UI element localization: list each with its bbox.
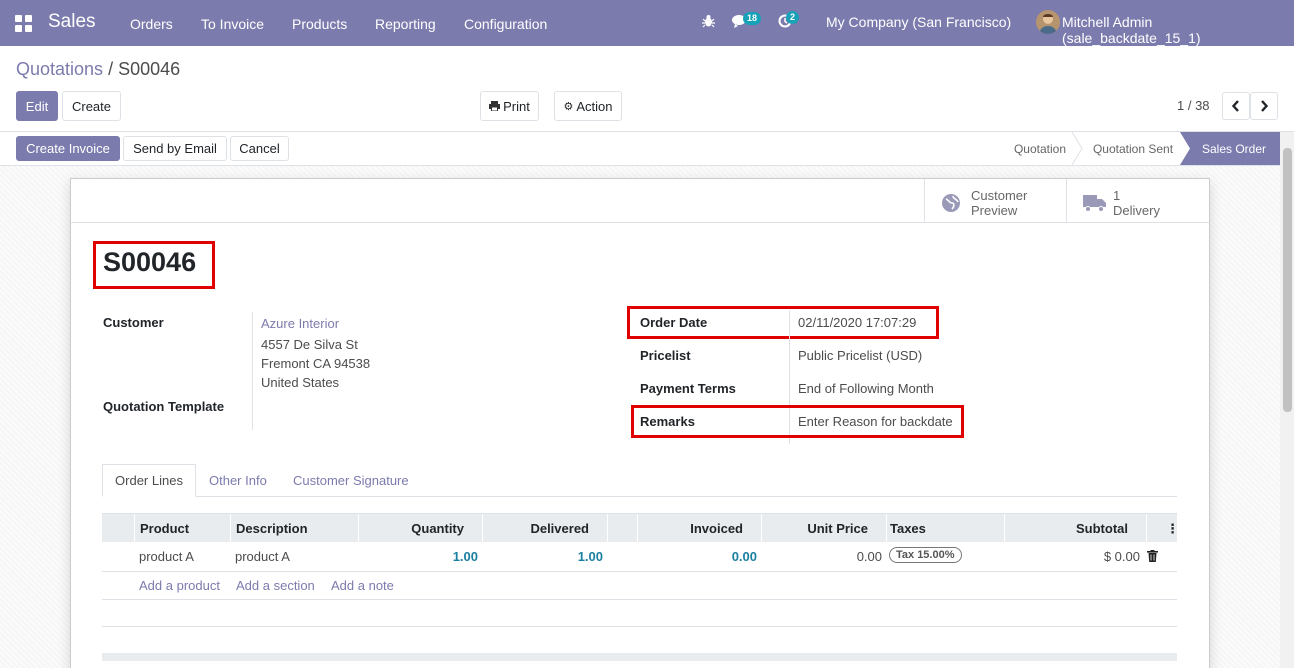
customer-preview-line1: Customer xyxy=(971,188,1028,203)
stage-active-notch xyxy=(1180,132,1190,165)
cell-product: product A xyxy=(139,549,194,564)
header-quantity[interactable]: Quantity xyxy=(358,521,464,536)
notebook-tabs: Order Lines Other Info Customer Signatur… xyxy=(102,464,1177,497)
user-avatar[interactable] xyxy=(1036,10,1060,34)
top-navbar: Sales Orders To Invoice Products Reporti… xyxy=(0,0,1294,46)
table-row[interactable]: product A product A 1.00 1.00 0.00 0.00 … xyxy=(102,542,1177,572)
payment-terms-label: Payment Terms xyxy=(640,381,736,396)
add-line-row: Add a product Add a section Add a note xyxy=(102,572,1177,600)
cell-subtotal: $ 0.00 xyxy=(1103,549,1140,564)
customer-address-country: United States xyxy=(261,375,340,390)
edit-button[interactable]: Edit xyxy=(16,91,58,121)
order-date-label: Order Date xyxy=(640,315,708,330)
chevron-left-icon xyxy=(1232,100,1239,112)
menu-to-invoice[interactable]: To Invoice xyxy=(201,16,264,32)
debug-bug-icon[interactable] xyxy=(702,14,715,31)
header-delivered[interactable]: Delivered xyxy=(482,521,589,536)
breadcrumb-quotations[interactable]: Quotations xyxy=(16,59,103,79)
tab-other-info[interactable]: Other Info xyxy=(209,464,267,497)
chevron-right-icon xyxy=(1261,100,1268,112)
company-switcher[interactable]: My Company (San Francisco) xyxy=(826,14,1011,30)
customer-address-street: 4557 De Silva St xyxy=(261,337,358,352)
cancel-button[interactable]: Cancel xyxy=(230,136,289,161)
cell-invoiced: 0.00 xyxy=(731,549,757,564)
menu-configuration[interactable]: Configuration xyxy=(464,16,547,32)
cell-quantity: 1.00 xyxy=(452,549,478,564)
delivery-label: Delivery xyxy=(1113,203,1160,218)
breadcrumb-separator: / xyxy=(103,59,119,79)
table-footer xyxy=(102,653,1177,661)
quotation-template-label: Quotation Template xyxy=(103,399,225,414)
add-section-link[interactable]: Add a section xyxy=(236,578,315,593)
action-button[interactable]: ⚙ Action xyxy=(554,91,622,121)
stage-sales-order[interactable]: Sales Order xyxy=(1180,132,1280,165)
tax-tag: Tax 15.00% xyxy=(889,547,962,563)
control-panel: Quotations / S00046 Edit Create Print ⚙ … xyxy=(0,46,1294,132)
order-date-value[interactable]: 02/11/2020 17:07:29 xyxy=(798,315,916,330)
globe-icon xyxy=(942,194,960,212)
activities-badge: 2 xyxy=(786,11,800,24)
tab-customer-signature[interactable]: Customer Signature xyxy=(293,464,409,497)
pricelist-label: Pricelist xyxy=(640,348,691,363)
customer-preview-line2: Preview xyxy=(971,203,1018,218)
add-note-link[interactable]: Add a note xyxy=(331,578,394,593)
field-divider xyxy=(252,312,253,430)
menu-reporting[interactable]: Reporting xyxy=(375,16,436,32)
messages-badge: 18 xyxy=(743,12,762,25)
cell-description: product A xyxy=(235,549,290,564)
pager-value[interactable]: 1 / 38 xyxy=(1177,98,1210,113)
apps-menu-icon[interactable] xyxy=(15,15,32,32)
stage-quotation-sent[interactable]: Quotation Sent xyxy=(1084,132,1182,165)
empty-row xyxy=(102,600,1177,627)
user-menu[interactable]: Mitchell Admin (sale_backdate_15_1) xyxy=(1062,14,1294,46)
menu-products[interactable]: Products xyxy=(292,16,347,32)
delivery-count: 1 xyxy=(1113,188,1121,203)
pricelist-value[interactable]: Public Pricelist (USD) xyxy=(798,348,922,363)
cell-delivered: 1.00 xyxy=(577,549,603,564)
header-product[interactable]: Product xyxy=(140,521,189,536)
trash-icon[interactable] xyxy=(1147,550,1158,562)
header-unit-price[interactable]: Unit Price xyxy=(761,521,868,536)
truck-icon xyxy=(1083,195,1106,212)
send-by-email-button[interactable]: Send by Email xyxy=(123,136,227,161)
menu-orders[interactable]: Orders xyxy=(130,16,173,32)
stage-quotation[interactable]: Quotation xyxy=(1000,132,1080,165)
create-invoice-button[interactable]: Create Invoice xyxy=(16,136,120,161)
header-taxes[interactable]: Taxes xyxy=(890,521,926,536)
status-bar: Create Invoice Send by Email Cancel Quot… xyxy=(0,132,1294,166)
stage-separator xyxy=(1072,132,1083,165)
order-name: S00046 xyxy=(103,247,197,277)
order-lines-header: Product Description Quantity Delivered I… xyxy=(102,513,1179,542)
customer-link[interactable]: Azure Interior xyxy=(261,316,339,331)
breadcrumb-current: S00046 xyxy=(118,59,181,79)
column-options-icon[interactable]: ⋮ xyxy=(1166,521,1179,537)
delivery-button[interactable]: 1 Delivery xyxy=(1066,179,1209,223)
create-button[interactable]: Create xyxy=(62,91,121,121)
remarks-value[interactable]: Enter Reason for backdate xyxy=(798,414,953,429)
breadcrumb: Quotations / S00046 xyxy=(16,59,180,80)
payment-terms-value[interactable]: End of Following Month xyxy=(798,381,934,396)
pager-previous-button[interactable] xyxy=(1222,92,1250,120)
print-icon xyxy=(489,101,501,111)
print-button[interactable]: Print xyxy=(480,91,539,121)
page-scrollbar-thumb[interactable] xyxy=(1283,148,1292,412)
tab-order-lines[interactable]: Order Lines xyxy=(102,464,196,497)
remarks-label: Remarks xyxy=(640,414,695,429)
customer-address-city: Fremont CA 94538 xyxy=(261,356,371,371)
customer-label: Customer xyxy=(103,315,164,330)
add-product-link[interactable]: Add a product xyxy=(139,578,220,593)
print-label: Print xyxy=(503,98,530,114)
cell-unit-price: 0.00 xyxy=(856,549,882,564)
header-invoiced[interactable]: Invoiced xyxy=(637,521,743,536)
customer-preview-button[interactable]: Customer Preview xyxy=(924,179,1066,223)
header-description[interactable]: Description xyxy=(236,521,308,536)
pager-next-button[interactable] xyxy=(1250,92,1278,120)
action-label: Action xyxy=(576,98,613,114)
header-subtotal[interactable]: Subtotal xyxy=(1004,521,1128,536)
app-name[interactable]: Sales xyxy=(48,11,96,33)
gear-icon: ⚙ xyxy=(563,100,574,113)
